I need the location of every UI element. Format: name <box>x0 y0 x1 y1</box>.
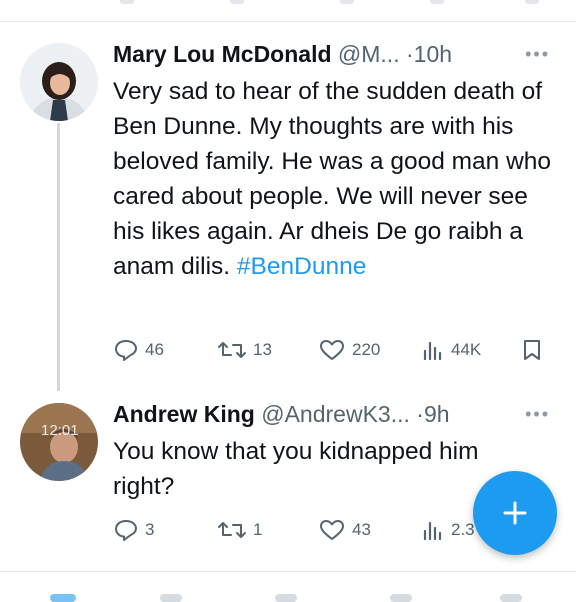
heart-icon <box>320 340 344 360</box>
reply-icon <box>115 340 137 361</box>
views-button[interactable]: 2.3 <box>421 516 475 544</box>
home-icon[interactable] <box>50 594 76 602</box>
author-name[interactable]: Mary Lou McDonald <box>113 41 332 67</box>
like-button[interactable]: 43 <box>318 516 371 544</box>
heart-icon <box>320 520 344 540</box>
tweet-header: Andrew King @AndrewK3... ·9h <box>113 400 450 428</box>
like-button[interactable]: 220 <box>318 336 380 364</box>
avatar[interactable]: 12:01 <box>20 403 98 481</box>
avatar-overlay-text: 12:01 <box>41 422 79 439</box>
avatar[interactable] <box>20 43 98 121</box>
reply-icon <box>115 520 137 541</box>
separator-dot: · <box>405 41 414 67</box>
tweet-text-content: Very sad to hear of the sudden death of … <box>113 78 552 280</box>
author-handle[interactable]: @M... <box>338 41 400 67</box>
retweet-icon <box>218 522 246 538</box>
tweet-header: Mary Lou McDonald @M... ·10h <box>113 40 452 68</box>
retweet-icon <box>218 342 246 358</box>
more-horizontal-icon[interactable]: ••• <box>525 404 550 425</box>
like-count: 43 <box>352 520 371 539</box>
reply-button[interactable]: 3 <box>113 516 154 544</box>
reply-button[interactable]: 46 <box>113 336 164 364</box>
notifications-icon[interactable] <box>390 594 412 602</box>
bookmark-button[interactable] <box>521 336 543 364</box>
analytics-icon <box>423 341 442 361</box>
author-handle[interactable]: @AndrewK3... <box>261 401 410 427</box>
messages-icon[interactable] <box>500 594 522 602</box>
timestamp[interactable]: 10h <box>414 41 452 67</box>
tweet-text-content: You know that you kidnapped him right? <box>113 438 479 500</box>
retweet-count: 13 <box>253 340 272 359</box>
author-name[interactable]: Andrew King <box>113 401 255 427</box>
views-button[interactable]: 44K <box>421 336 481 364</box>
analytics-icon <box>423 521 442 541</box>
plus-icon <box>503 501 527 525</box>
view-count: 2.3 <box>451 520 475 539</box>
retweet-button[interactable]: 13 <box>217 336 272 364</box>
separator-dot: · <box>416 401 424 427</box>
avatar-image <box>20 403 98 481</box>
communities-icon[interactable] <box>275 594 297 602</box>
hashtag-link[interactable]: #BenDunne <box>237 253 366 280</box>
retweet-button[interactable]: 1 <box>217 516 262 544</box>
search-icon[interactable] <box>160 594 182 602</box>
thread-line <box>57 123 60 391</box>
tweet-actions: 46 13 220 44K <box>113 336 553 364</box>
tweet[interactable]: Mary Lou McDonald @M... ·10h ••• Very sa… <box>0 0 576 391</box>
avatar-image <box>20 43 98 121</box>
like-count: 220 <box>352 340 381 359</box>
retweet-count: 1 <box>253 520 263 539</box>
reply-count: 46 <box>145 340 164 359</box>
reply-count: 3 <box>145 520 155 539</box>
compose-button[interactable] <box>473 471 557 555</box>
tweet-text: Very sad to hear of the sudden death of … <box>113 74 553 284</box>
view-count: 44K <box>451 340 482 359</box>
more-horizontal-icon[interactable]: ••• <box>525 44 550 65</box>
timestamp[interactable]: 9h <box>424 401 450 427</box>
bookmark-icon <box>524 340 540 360</box>
bottom-navigation <box>0 572 576 602</box>
